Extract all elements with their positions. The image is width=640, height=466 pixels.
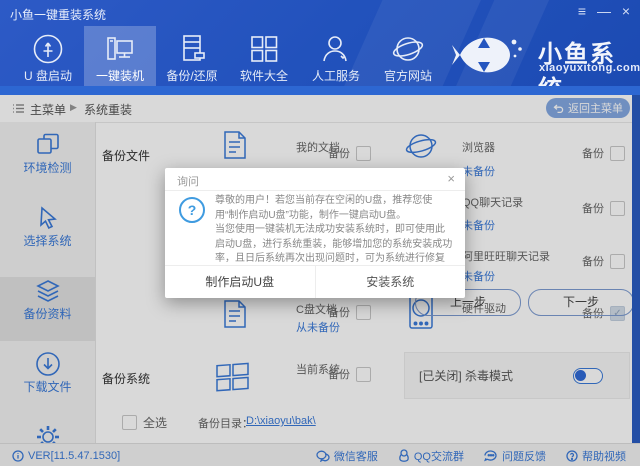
window-minimize-icon[interactable]: — [594,2,614,20]
nav-item-backup-restore[interactable]: 备份/还原 [156,26,228,86]
usb-icon [31,32,65,66]
fish-logo-icon [450,32,530,78]
install-system-button[interactable]: 安装系统 [315,266,466,298]
nav-item-one-key-install[interactable]: 一键装机 [84,26,156,86]
logo-domain: xiaoyuxitong.com [539,62,640,74]
nav-bottom-strip [0,86,640,95]
grid-icon [247,32,281,66]
dialog-title: 询问 [177,173,199,189]
globe-icon [391,32,425,66]
nav-item-customer-service[interactable]: 人工服务 [300,26,372,86]
window-title: 小鱼一键重装系统 [10,6,106,23]
inquiry-dialog: 询问 × ? 尊敬的用户！若您当前存在空闲的U盘，推荐您使用“制作启动U盘”功能… [165,168,465,298]
computer-icon [103,32,137,66]
question-mark-icon: ? [179,197,205,223]
app-header: 小鱼一键重装系统 ≡ — × U 盘启动 一键装机 备份/还原 [0,0,640,95]
dialog-message: 尊敬的用户！若您当前存在空闲的U盘，推荐您使用“制作启动U盘”功能，制作一键启动… [215,194,453,267]
make-boot-usb-button[interactable]: 制作启动U盘 [165,266,315,298]
server-icon [175,32,209,66]
window-menu-icon[interactable]: ≡ [572,2,592,20]
dialog-button-bar: 制作启动U盘 安装系统 [165,265,465,298]
person-icon [319,32,353,66]
dialog-close-icon[interactable]: × [447,171,455,186]
app-window: 小鱼一键重装系统 ≡ — × U 盘启动 一键装机 备份/还原 [0,0,640,466]
window-close-icon[interactable]: × [616,2,636,20]
dialog-title-bar: 询问 × [165,168,465,191]
nav-item-software-collection[interactable]: 软件大全 [228,26,300,86]
nav-item-official-website[interactable]: 官方网站 [372,26,444,86]
nav-item-usb-boot[interactable]: U 盘启动 [12,26,84,86]
